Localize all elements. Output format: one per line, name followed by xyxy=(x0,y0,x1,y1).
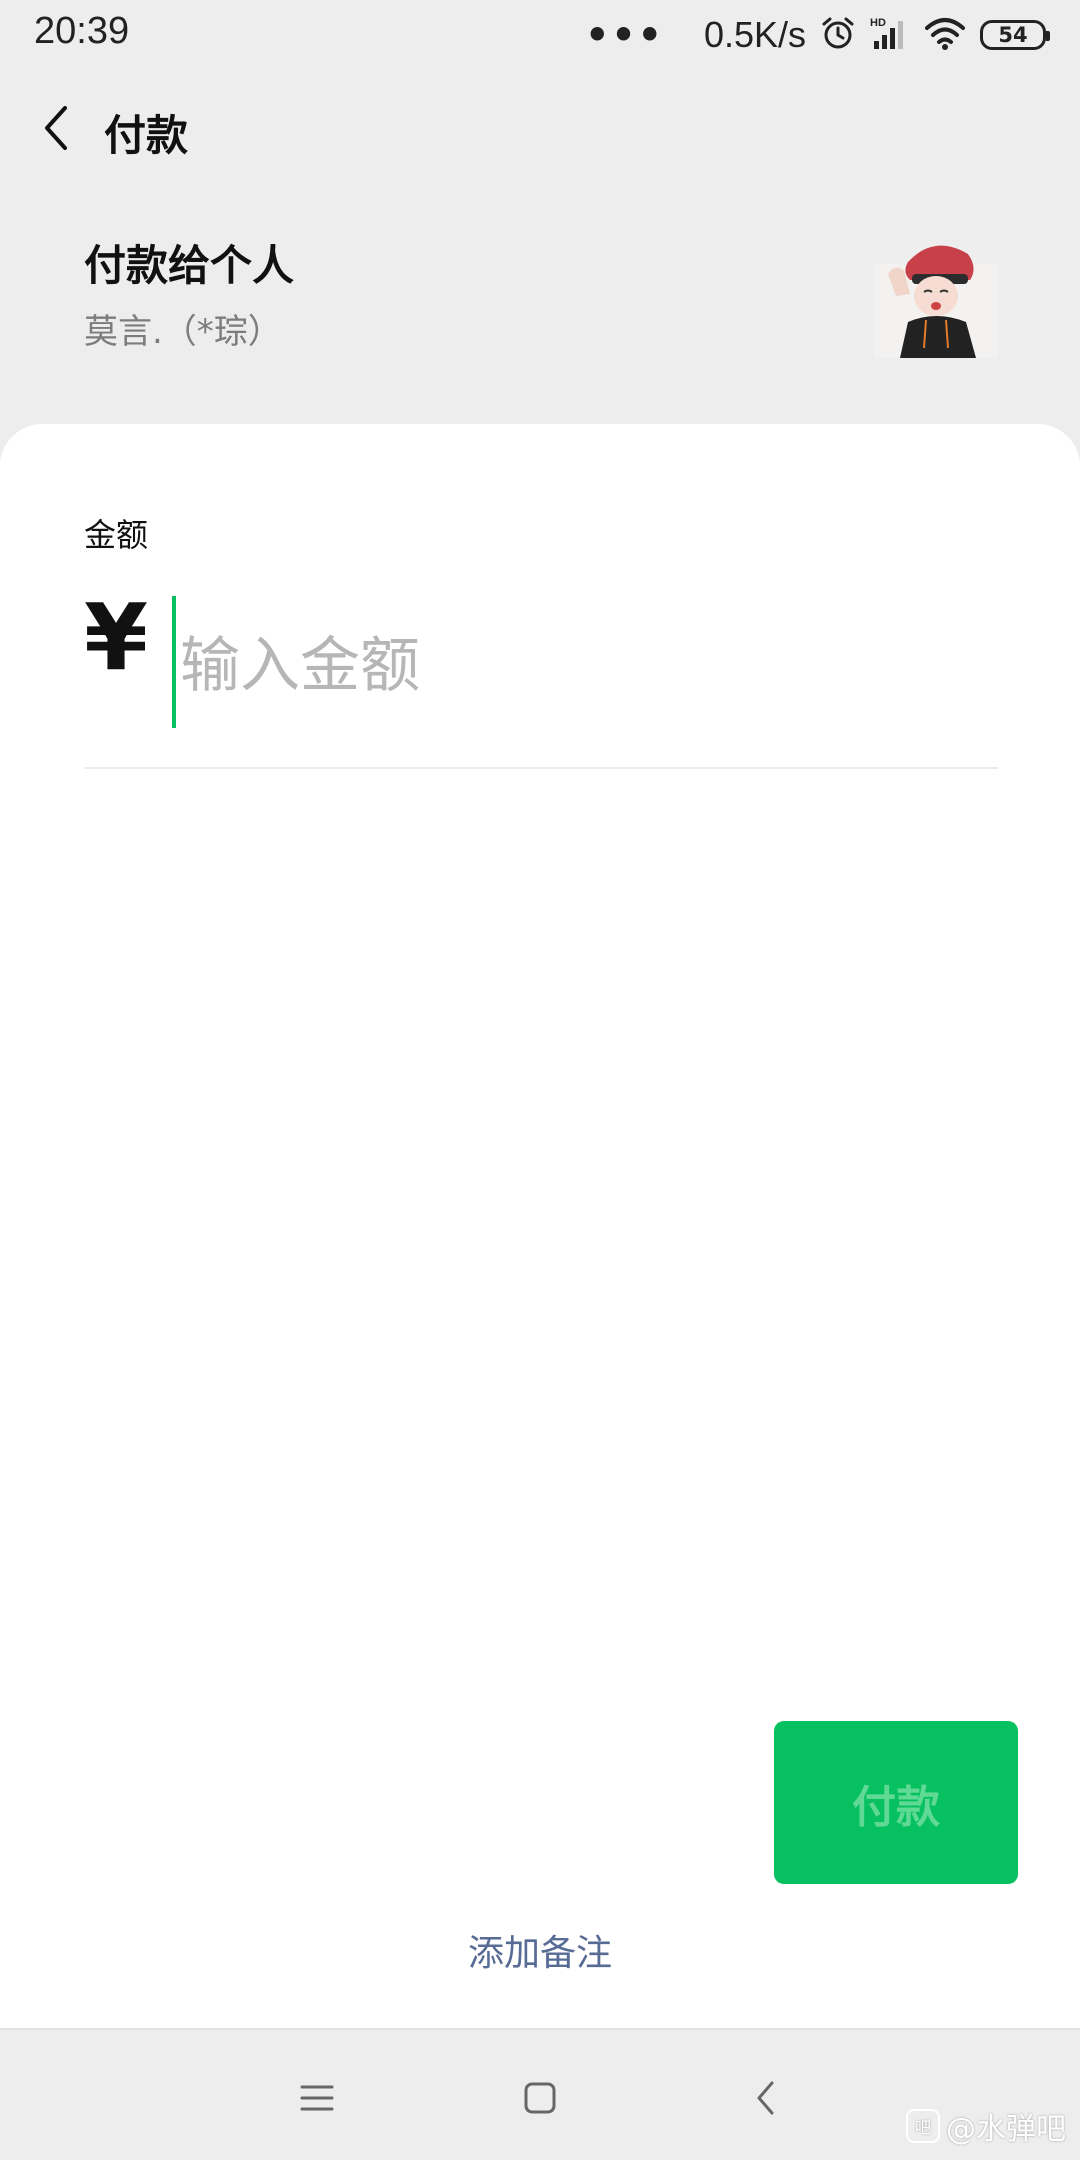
payee-name: 莫言.（*琮） xyxy=(84,312,282,352)
tieba-logo-icon: 吧 xyxy=(906,2109,940,2143)
status-bar: 20:39 ••• 0.5K/s HD 54 xyxy=(0,0,1080,72)
network-speed: 0.5K/s xyxy=(703,14,806,55)
alarm-icon xyxy=(820,15,856,55)
status-time: 20:39 xyxy=(34,10,130,52)
back-button[interactable] xyxy=(30,102,82,154)
menu-icon xyxy=(300,2085,334,2111)
amount-divider xyxy=(84,767,998,769)
battery-icon: 54 xyxy=(980,20,1050,50)
avatar[interactable] xyxy=(874,234,998,358)
home-icon xyxy=(524,2082,556,2114)
payment-card: 金额 ¥ 付款 添加备注 xyxy=(0,424,1080,2028)
amount-label: 金额 xyxy=(84,516,149,554)
payee-header: 付款给个人 莫言.（*琮） xyxy=(84,228,998,368)
watermark-text: @水弹吧 xyxy=(946,2112,1066,2147)
watermark: 吧 @水弹吧 xyxy=(906,2104,1066,2148)
system-back-button[interactable] xyxy=(736,2068,796,2128)
add-note-link[interactable]: 添加备注 xyxy=(0,1924,1080,1976)
hd-signal-icon: HD xyxy=(870,15,910,55)
avatar-image xyxy=(874,234,998,358)
payee-title: 付款给个人 xyxy=(84,241,295,290)
home-button[interactable] xyxy=(510,2068,570,2128)
nav-bar: 付款 xyxy=(0,88,1080,168)
currency-symbol: ¥ xyxy=(84,584,149,691)
wifi-icon xyxy=(924,16,966,54)
status-icons: ••• 0.5K/s HD 54 xyxy=(585,12,1050,58)
menu-button[interactable] xyxy=(287,2068,347,2128)
amount-row: ¥ xyxy=(84,584,998,734)
more-notifications-icon: ••• xyxy=(585,13,664,57)
back-icon xyxy=(757,2081,774,2115)
pay-button[interactable]: 付款 xyxy=(774,1721,1018,1884)
chevron-left-icon xyxy=(45,106,67,150)
system-nav-bar: 吧 @水弹吧 xyxy=(0,2028,1080,2160)
svg-text:HD: HD xyxy=(870,17,886,29)
page-title: 付款 xyxy=(104,111,189,160)
amount-input[interactable] xyxy=(176,616,980,716)
